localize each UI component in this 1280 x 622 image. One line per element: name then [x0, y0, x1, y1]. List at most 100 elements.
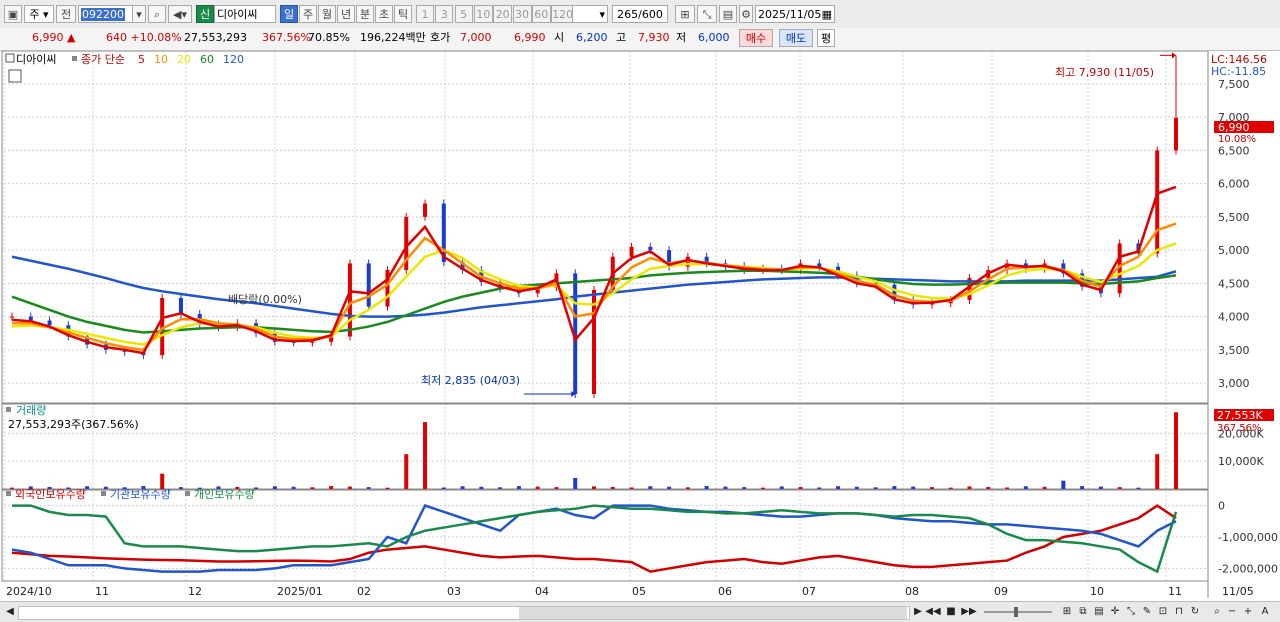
draw-tool-icon[interactable]: ⤡	[697, 5, 717, 23]
prev-button[interactable]: 전	[56, 5, 76, 23]
search-icon[interactable]: ⌕	[148, 5, 166, 23]
volume-bar	[272, 486, 277, 489]
period-tab-1[interactable]: 주	[299, 5, 317, 23]
x-tick-label: 05	[632, 585, 646, 598]
zoom-in-button[interactable]: +	[1242, 605, 1254, 619]
calculator-icon[interactable]	[8, 69, 22, 83]
volume-bar	[329, 486, 334, 489]
eval-button[interactable]: 평	[817, 29, 835, 47]
date-field[interactable]: 2025/11/05 ▦	[755, 5, 835, 23]
gear-icon[interactable]: ⚙	[739, 5, 753, 23]
scrollbar-thumb[interactable]	[519, 607, 907, 619]
volume-bar	[873, 487, 878, 489]
zoom-slider[interactable]	[984, 607, 1052, 617]
volume-bar	[423, 422, 428, 489]
interval-tab-10[interactable]: 10	[473, 5, 493, 23]
interval-tab-120[interactable]: 120	[551, 5, 574, 23]
calendar-icon[interactable]: ▦	[822, 6, 832, 22]
lock-icon[interactable]: ⊡	[1156, 605, 1170, 619]
low-annotation: 최저 2,835 (04/03)	[421, 374, 520, 387]
buy-button[interactable]: 매수	[739, 29, 773, 47]
crosshair-icon[interactable]: ✛	[1108, 605, 1122, 619]
volume-bar	[160, 473, 165, 489]
save-icon[interactable]: ▤	[719, 5, 737, 23]
play-button[interactable]: ▶	[912, 605, 924, 619]
x-last-label: 11/05	[1222, 585, 1254, 598]
price-tick-label: 7,500	[1218, 78, 1250, 91]
speaker-icon[interactable]: ◀▾	[168, 5, 192, 23]
volume-bar	[347, 486, 352, 489]
rewind-button[interactable]: ◀◀	[924, 605, 942, 619]
period-tab-4[interactable]: 분	[356, 5, 374, 23]
period-tab-3[interactable]: 년	[337, 5, 355, 23]
volume-bar	[1155, 454, 1160, 489]
interval-tab-3[interactable]: 3	[435, 5, 454, 23]
volume-bar	[911, 486, 916, 489]
candle-body	[629, 246, 634, 257]
x-tick-label: 11	[95, 585, 109, 598]
price-change: 640 +10.08%	[106, 31, 182, 44]
x-tick-label: 02	[357, 585, 371, 598]
zoom-out-button[interactable]: −	[1226, 605, 1238, 619]
scrollbar-track[interactable]	[18, 606, 910, 620]
volume-bar	[742, 487, 747, 489]
chart-svg[interactable]: 2024/10 11 12 2025/01 02 03 04 05 06 07 08 09 10 11 11…	[0, 50, 1280, 601]
zoom-slider-handle[interactable]	[1014, 607, 1018, 617]
panel-icon[interactable]	[5, 53, 15, 63]
volume-bar	[892, 486, 897, 489]
volume-legend-marker	[6, 407, 11, 412]
volume-bar	[178, 487, 183, 489]
fast-forward-button[interactable]: ▶▶	[960, 605, 978, 619]
stop-button[interactable]: ■	[944, 605, 958, 619]
chevron-down-icon[interactable]: ▾	[132, 5, 146, 23]
period-tab-5[interactable]: 초	[375, 5, 393, 23]
last-volume-pct: 367.56%	[1217, 423, 1262, 434]
interval-tab-60[interactable]: 60	[531, 5, 551, 23]
market-select[interactable]: 주 ▾	[24, 5, 54, 23]
volume-bar	[1023, 486, 1028, 489]
magnet-icon[interactable]: ⊓	[1172, 605, 1186, 619]
sell-button[interactable]: 매도	[779, 29, 813, 47]
candle-body	[648, 246, 653, 251]
volume-bar	[441, 487, 446, 489]
grid-icon[interactable]: ⊞	[1060, 605, 1074, 619]
chart-area[interactable]: 2024/10 11 12 2025/01 02 03 04 05 06 07 08 09 10 11 11…	[0, 50, 1280, 601]
price-tick-label: 6,000	[1218, 178, 1250, 191]
interval-tab-30[interactable]: 30	[512, 5, 532, 23]
volume-bar	[648, 486, 653, 489]
indicator-icon[interactable]: ⊞	[675, 5, 695, 23]
trend-icon[interactable]: ⤡	[1124, 605, 1138, 619]
holdings-tick-label: -2,000,000	[1218, 562, 1278, 575]
ma-legend-5: 5	[138, 53, 145, 66]
interval-tab-20[interactable]: 20	[493, 5, 513, 23]
period-tab-2[interactable]: 월	[318, 5, 336, 23]
table-icon[interactable]: ▤	[1092, 605, 1106, 619]
font-size-button[interactable]: A	[1258, 605, 1272, 619]
count-field[interactable]: 265/600	[612, 5, 668, 23]
interval-tab-1[interactable]: 1	[416, 5, 434, 23]
refresh-icon[interactable]: ↻	[1188, 605, 1202, 619]
window-menu-icon[interactable]: ▣	[4, 5, 22, 23]
volume-bar	[479, 486, 484, 489]
high-annotation: 최고 7,930 (11/05)	[1055, 66, 1154, 79]
volume-bar	[1061, 480, 1066, 489]
draw-icon[interactable]: ✎	[1140, 605, 1154, 619]
high-arrow-head	[1172, 52, 1176, 59]
volume-bar	[986, 486, 991, 489]
scroll-left-icon[interactable]: ◀	[4, 605, 16, 619]
volume-bar	[929, 487, 934, 489]
stock-label: 디아이씨	[16, 53, 56, 66]
volume-bar	[704, 486, 709, 489]
copy-icon[interactable]: ⧉	[1076, 605, 1090, 619]
volume-bar	[948, 487, 953, 489]
period-tab-0[interactable]: 일	[280, 5, 298, 23]
price-tick-label: 5,000	[1218, 244, 1250, 257]
interval-custom-select[interactable]: ▾	[572, 5, 608, 23]
volume-bar	[629, 487, 634, 489]
magnifier-icon[interactable]: ⌕	[1210, 605, 1224, 619]
x-tick-label: 06	[718, 585, 732, 598]
interval-tab-5[interactable]: 5	[454, 5, 473, 23]
x-tick-label: 12	[188, 585, 202, 598]
period-tab-6[interactable]: 틱	[394, 5, 412, 23]
last-volume-label: 27,553K	[1217, 409, 1263, 422]
